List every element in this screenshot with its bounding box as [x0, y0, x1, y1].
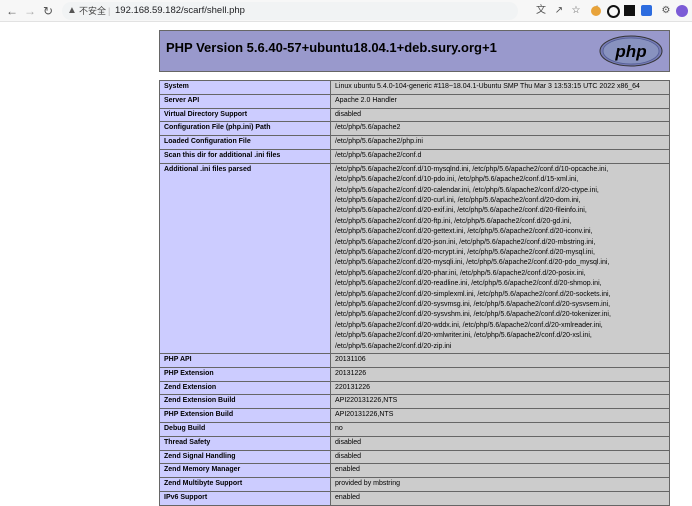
ini-file-line: /etc/php/5.6/apache2/conf.d/20-sysvmsg.i…	[335, 301, 611, 309]
row-value: provided by mbstring	[330, 477, 670, 493]
address-bar[interactable]: ▲ 不安全 | 192.168.59.182/scarf/shell.php	[62, 2, 518, 20]
table-row: Scan this dir for additional .ini files /…	[159, 148, 670, 164]
row-value: 20131106	[330, 353, 670, 368]
ini-file-line: /etc/php/5.6/apache2/conf.d/20-phar.ini,…	[335, 269, 586, 277]
ini-file-line: /etc/php/5.6/apache2/conf.d/20-gettext.i…	[335, 228, 593, 236]
ini-file-line: /etc/php/5.6/apache2/conf.d/20-zip.ini	[335, 342, 452, 350]
bookmark-star-icon[interactable]: ☆	[569, 4, 583, 18]
ini-file-line: /etc/php/5.6/apache2/conf.d/20-xmlwriter…	[335, 332, 592, 340]
php-logo-icon: php	[599, 35, 663, 67]
table-row: Zend Extension 220131226	[159, 380, 670, 396]
row-value: disabled	[330, 449, 670, 465]
url-text[interactable]: 192.168.59.182/scarf/shell.php	[115, 5, 245, 17]
address-separator: |	[108, 6, 111, 16]
row-label: Scan this dir for additional .ini files	[159, 148, 331, 164]
ini-file-line: /etc/php/5.6/apache2/conf.d/20-mcrypt.in…	[335, 249, 595, 257]
ini-file-line: /etc/php/5.6/apache2/conf.d/20-sysvshm.i…	[335, 311, 611, 319]
row-value: disabled	[330, 107, 670, 123]
table-row: Additional .ini files parsed/etc/php/5.6…	[159, 162, 670, 355]
row-value: Linux ubuntu 5.4.0-104-generic #118~18.0…	[330, 80, 670, 95]
row-value: enabled	[330, 491, 670, 506]
ini-file-line: /etc/php/5.6/apache2/conf.d/20-ftp.ini, …	[335, 217, 572, 225]
row-label: Zend Memory Manager	[159, 463, 331, 479]
table-row: Zend Extension Build API220131226,NTS	[159, 394, 670, 410]
row-label: Loaded Configuration File	[159, 135, 331, 150]
ini-file-line: /etc/php/5.6/apache2/conf.d/20-wddx.ini,…	[335, 321, 603, 329]
reload-icon[interactable]: ↻	[40, 3, 56, 19]
table-row: PHP API 20131106	[159, 353, 670, 368]
row-value-ini-list: /etc/php/5.6/apache2/conf.d/10-mysqlnd.i…	[330, 162, 670, 355]
profile-avatar-icon[interactable]	[676, 5, 688, 17]
row-value: API220131226,NTS	[330, 394, 670, 410]
php-version-title: PHP Version 5.6.40-57+ubuntu18.04.1+deb.…	[166, 40, 497, 55]
row-value: /etc/php/5.6/apache2/php.ini	[330, 135, 670, 150]
browser-toolbar: ← → ↻ ▲ 不安全 | 192.168.59.182/scarf/shell…	[0, 0, 692, 22]
row-label: System	[159, 80, 331, 95]
cookie-extension-icon[interactable]	[591, 6, 601, 16]
row-value: disabled	[330, 435, 670, 451]
share-icon[interactable]: ↗	[552, 4, 566, 18]
ini-file-line: /etc/php/5.6/apache2/conf.d/20-mysqli.in…	[335, 259, 610, 267]
row-value: /etc/php/5.6/apache2	[330, 121, 670, 137]
warning-triangle-icon[interactable]: ▲	[67, 5, 77, 17]
row-label: IPv6 Support	[159, 491, 331, 506]
table-row: Server API Apache 2.0 Handler	[159, 93, 670, 109]
row-value: enabled	[330, 463, 670, 479]
table-row: Thread Safety disabled	[159, 435, 670, 451]
ini-file-line: /etc/php/5.6/apache2/conf.d/20-exif.ini,…	[335, 207, 587, 215]
row-label: Server API	[159, 93, 331, 109]
row-value: 220131226	[330, 380, 670, 396]
square-extension-icon[interactable]	[624, 5, 635, 16]
ini-file-line: /etc/php/5.6/apache2/conf.d/10-mysqlnd.i…	[335, 165, 609, 173]
security-status-label[interactable]: 不安全	[79, 5, 106, 17]
row-value: no	[330, 422, 670, 437]
table-row: Debug Build no	[159, 422, 670, 437]
table-row: Zend Multibyte Support provided by mbstri…	[159, 477, 670, 493]
table-row: System Linux ubuntu 5.4.0-104-generic #11…	[159, 80, 670, 95]
row-label: PHP Extension	[159, 366, 331, 382]
ring-extension-icon[interactable]	[607, 5, 620, 18]
row-label: PHP API	[159, 353, 331, 368]
ini-file-line: /etc/php/5.6/apache2/conf.d/10-pdo.ini, …	[335, 176, 579, 184]
row-label: Additional .ini files parsed	[159, 162, 331, 355]
row-label: Zend Extension	[159, 380, 331, 396]
table-row: IPv6 Support enabled	[159, 491, 670, 506]
php-logo-text: php	[614, 42, 646, 61]
row-label: Zend Multibyte Support	[159, 477, 331, 493]
row-value: /etc/php/5.6/apache2/conf.d	[330, 148, 670, 164]
row-label: Debug Build	[159, 422, 331, 437]
row-value: 20131226	[330, 366, 670, 382]
table-row: Zend Signal Handling disabled	[159, 449, 670, 465]
table-row: Configuration File (php.ini) Path/etc/ph…	[159, 121, 670, 137]
back-arrow-icon[interactable]: ←	[4, 3, 20, 19]
row-label: Thread Safety	[159, 435, 331, 451]
ini-file-line: /etc/php/5.6/apache2/conf.d/20-readline.…	[335, 280, 602, 288]
ini-file-line: /etc/php/5.6/apache2/conf.d/20-calendar.…	[335, 186, 599, 194]
table-row: Loaded Configuration File/etc/php/5.6/ap…	[159, 135, 670, 150]
row-label: Configuration File (php.ini) Path	[159, 121, 331, 137]
table-row: PHP Extension Build API20131226,NTS	[159, 408, 670, 424]
table-row: PHP Extension 20131226	[159, 366, 670, 382]
blue-extension-icon[interactable]	[641, 5, 652, 16]
row-value: API20131226,NTS	[330, 408, 670, 424]
row-label: Zend Signal Handling	[159, 449, 331, 465]
row-label: PHP Extension Build	[159, 408, 331, 424]
php-info-table: System Linux ubuntu 5.4.0-104-generic #11…	[159, 80, 670, 506]
translate-icon[interactable]: 文	[534, 4, 548, 18]
row-value: Apache 2.0 Handler	[330, 93, 670, 109]
ini-file-line: /etc/php/5.6/apache2/conf.d/20-json.ini,…	[335, 238, 596, 246]
row-label: Virtual Directory Support	[159, 107, 331, 123]
ini-file-line: /etc/php/5.6/apache2/conf.d/20-simplexml…	[335, 290, 611, 298]
php-version-header: PHP Version 5.6.40-57+ubuntu18.04.1+deb.…	[159, 30, 670, 72]
puzzle-extension-icon[interactable]: ⚙	[659, 4, 673, 18]
table-row: Zend Memory Manager enabled	[159, 463, 670, 479]
table-row: Virtual Directory Support disabled	[159, 107, 670, 123]
row-label: Zend Extension Build	[159, 394, 331, 410]
ini-file-line: /etc/php/5.6/apache2/conf.d/20-curl.ini,…	[335, 197, 581, 204]
forward-arrow-icon[interactable]: →	[22, 3, 38, 19]
